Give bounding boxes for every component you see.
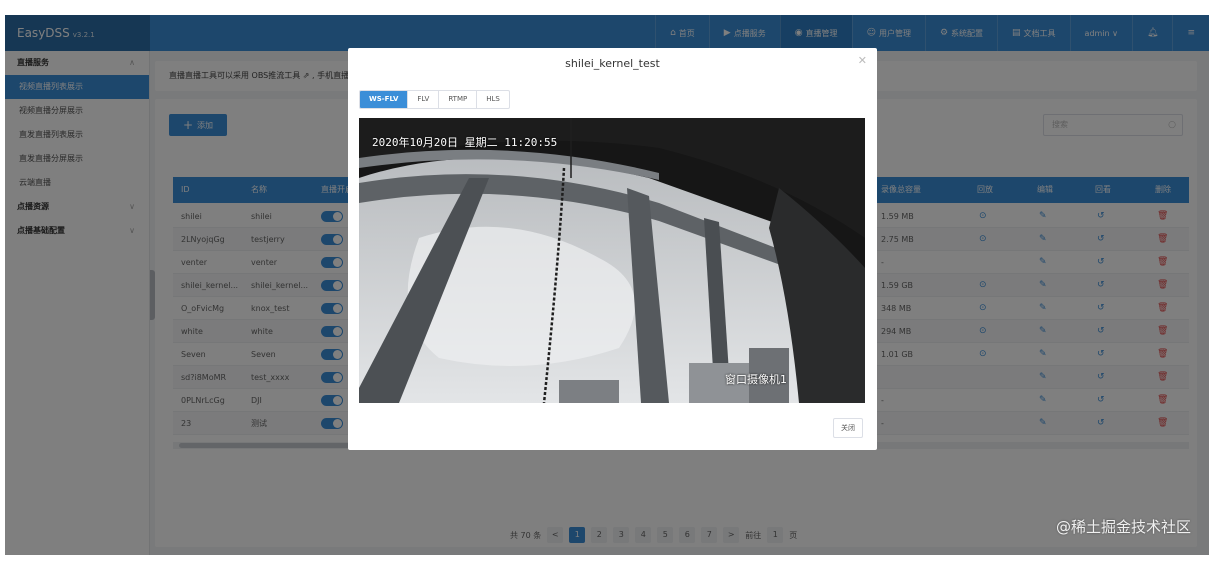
tab-hls[interactable]: HLS xyxy=(476,91,509,108)
dialog-title: shilei_kernel_test xyxy=(565,57,660,70)
watermark: @稀土掘金技术社区 xyxy=(1055,518,1191,536)
close-icon[interactable]: ✕ xyxy=(858,54,867,67)
tab-ws-flv[interactable]: WS-FLV xyxy=(360,91,408,108)
player-dialog: shilei_kernel_test ✕ WS-FLV FLV RTMP HLS xyxy=(348,48,877,450)
video-osd-camera-name: 窗口摄像机1 xyxy=(725,373,787,386)
video-osd-timestamp: 2020年10月20日 星期二 11:20:55 xyxy=(372,136,558,149)
video-player[interactable]: 2020年10月20日 星期二 11:20:55 窗口摄像机1 xyxy=(359,118,865,403)
dialog-close-button[interactable]: 关闭 xyxy=(833,418,863,438)
protocol-tabs: WS-FLV FLV RTMP HLS xyxy=(359,90,510,109)
camera-frame xyxy=(359,118,865,403)
tab-rtmp[interactable]: RTMP xyxy=(438,91,476,108)
tab-flv[interactable]: FLV xyxy=(407,91,438,108)
app-window: EasyDSSv3.2.1 ⌂首页 ▶点播服务 ◉直播管理 ☺用户管理 ⚙系统配… xyxy=(5,15,1209,555)
